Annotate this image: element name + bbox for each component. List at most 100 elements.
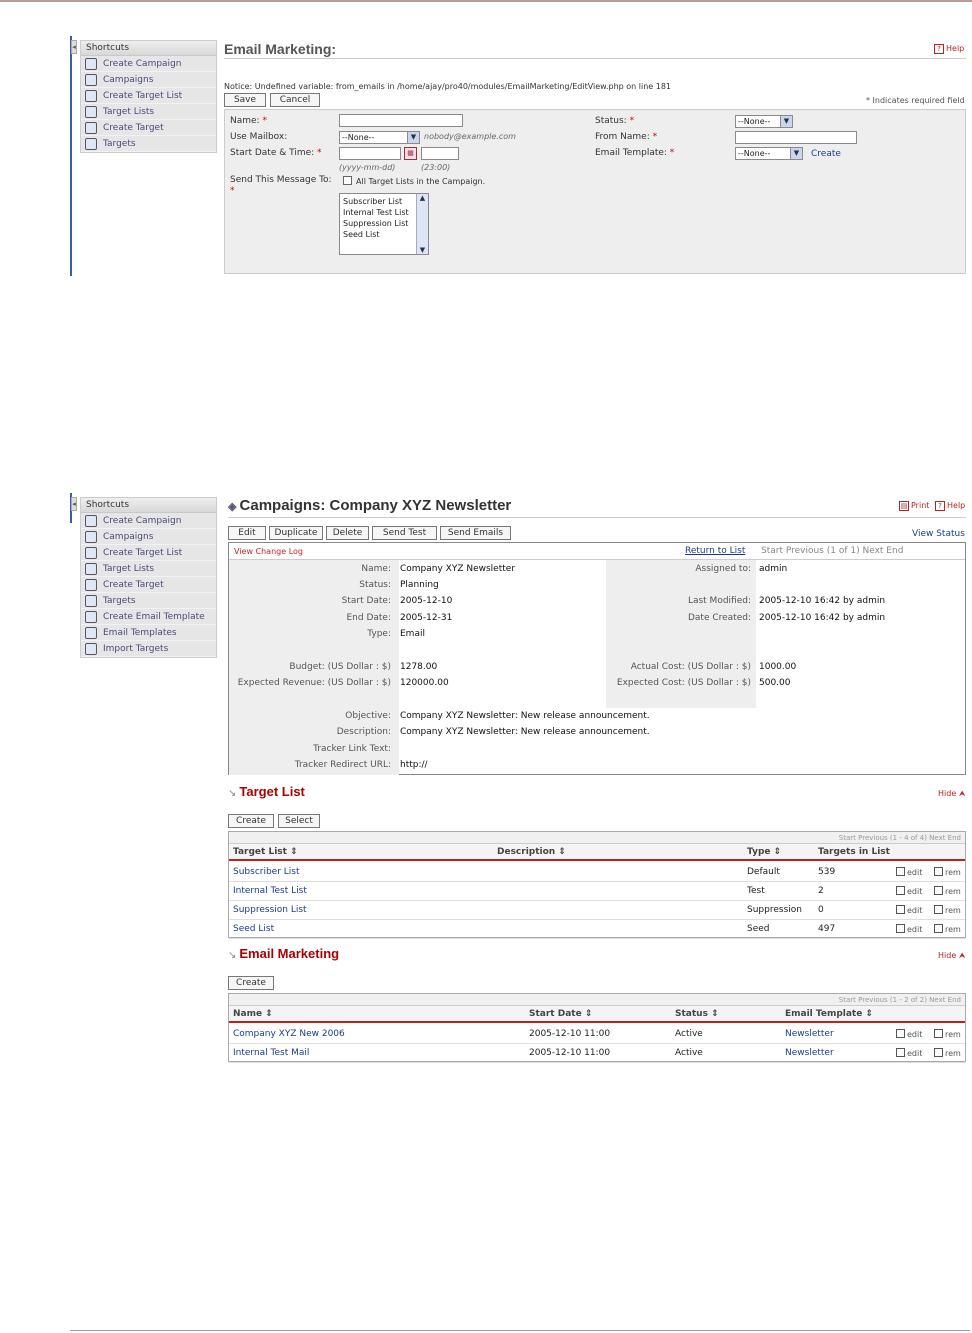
shortcut-item[interactable]: Create Campaign — [81, 513, 216, 529]
cancel-button[interactable]: Cancel — [270, 93, 320, 107]
return-to-list-link[interactable]: Return to List — [685, 546, 745, 556]
edit-label: edit — [907, 1049, 923, 1058]
edit-icon — [896, 867, 905, 876]
email-marketing-status: Active — [675, 1048, 703, 1058]
targets-icon — [85, 138, 97, 150]
edit-link[interactable]: edit — [896, 905, 922, 915]
shortcut-item[interactable]: Target Lists — [81, 561, 216, 577]
record-navigation[interactable]: Start Previous (1 of 1) Next End — [761, 546, 903, 556]
listbox-scrollbar[interactable]: ▲ ▼ — [416, 194, 428, 254]
shortcut-item[interactable]: Targets — [81, 593, 216, 609]
notice-text: Notice: Undefined variable: from_emails … — [224, 82, 672, 91]
shortcut-item[interactable]: Create Campaign — [81, 56, 216, 72]
shortcut-item[interactable]: Targets — [81, 136, 216, 152]
collapse-shortcuts-icon[interactable]: ◂ — [71, 497, 77, 511]
start-time-input[interactable] — [421, 147, 459, 160]
col-start-date[interactable]: Start Date ⇕ — [529, 1009, 592, 1019]
edit-link[interactable]: edit — [896, 886, 922, 896]
col-name[interactable]: Name ⇕ — [233, 1009, 273, 1019]
remove-label: rem — [945, 887, 961, 896]
collapse-shortcuts-icon[interactable]: ◂ — [71, 40, 77, 54]
list-option[interactable]: Internal Test List — [343, 207, 409, 218]
table-row: Internal Test List Test 2 edit rem — [229, 882, 965, 901]
email-template-select[interactable]: --None-- ▼ — [735, 147, 803, 160]
email-template-link[interactable]: Newsletter — [785, 1048, 834, 1058]
calendar-icon[interactable]: ▦ — [404, 147, 417, 160]
email-marketing-status: Active — [675, 1029, 703, 1039]
mailbox-select[interactable]: --None-- ▼ — [339, 131, 420, 144]
edit-link[interactable]: edit — [896, 1048, 922, 1058]
edit-link[interactable]: edit — [896, 867, 922, 877]
all-target-lists-checkbox[interactable] — [343, 176, 352, 185]
target-list-name-link[interactable]: Seed List — [233, 924, 274, 934]
start-datetime-label: Start Date & Time: * — [230, 148, 322, 158]
view-change-log-link[interactable]: View Change Log — [234, 547, 303, 556]
create-template-link[interactable]: Create — [811, 149, 841, 159]
start-date-input[interactable] — [339, 147, 401, 160]
chevron-down-icon: ▼ — [780, 116, 792, 127]
select-target-list-button[interactable]: Select — [278, 814, 320, 828]
list-option[interactable]: Seed List — [343, 229, 409, 240]
col-type[interactable]: Type ⇕ — [747, 847, 781, 857]
remove-link[interactable]: rem — [934, 1029, 961, 1039]
save-button[interactable]: Save — [224, 93, 266, 107]
target-list-pagination[interactable]: Start Previous (1 - 4 of 4) Next End — [229, 832, 965, 844]
list-option[interactable]: Subscriber List — [343, 196, 409, 207]
shortcut-item[interactable]: Create Target — [81, 577, 216, 593]
remove-link[interactable]: rem — [934, 1048, 961, 1058]
target-lists-listbox[interactable]: Subscriber List Internal Test List Suppres… — [339, 193, 429, 255]
shortcut-label: Create Target — [103, 123, 164, 133]
description-label: Description: — [336, 727, 391, 737]
date-format-hint: (yyyy-mm-dd) — [339, 163, 396, 172]
remove-link[interactable]: rem — [934, 905, 961, 915]
create-target-list-button[interactable]: Create — [228, 814, 274, 828]
shortcut-item[interactable]: Import Targets — [81, 641, 216, 657]
delete-button[interactable]: Delete — [326, 526, 369, 540]
target-list-name-link[interactable]: Subscriber List — [233, 867, 300, 877]
shortcut-item[interactable]: Campaigns — [81, 72, 216, 88]
edit-link[interactable]: edit — [896, 924, 922, 934]
hide-target-list-link[interactable]: Hide ⮝ — [938, 789, 966, 799]
col-target-list[interactable]: Target List ⇕ — [233, 847, 298, 857]
email-template-link[interactable]: Newsletter — [785, 1029, 834, 1039]
shortcut-item[interactable]: Email Templates — [81, 625, 216, 641]
scroll-down-icon[interactable]: ▼ — [417, 246, 428, 254]
help-link[interactable]: ? Help — [934, 44, 964, 54]
email-marketing-name-link[interactable]: Company XYZ New 2006 — [233, 1029, 345, 1039]
date-created-value: 2005-12-10 16:42 by admin — [759, 613, 886, 623]
shortcut-item[interactable]: Create Target List — [81, 545, 216, 561]
remove-link[interactable]: rem — [934, 886, 961, 896]
status-select[interactable]: --None-- ▼ — [735, 115, 793, 128]
name-input[interactable] — [339, 114, 463, 127]
edit-button[interactable]: Edit — [228, 526, 266, 540]
send-emails-button[interactable]: Send Emails — [440, 526, 511, 540]
col-description[interactable]: Description ⇕ — [497, 847, 566, 857]
target-list-name-link[interactable]: Suppression List — [233, 905, 307, 915]
email-marketing-pagination[interactable]: Start Previous (1 - 2 of 2) Next End — [229, 994, 965, 1006]
shortcut-item[interactable]: Create Target — [81, 120, 216, 136]
hide-email-marketing-link[interactable]: Hide ⮝ — [938, 951, 966, 961]
scroll-up-icon[interactable]: ▲ — [417, 194, 428, 202]
send-test-button[interactable]: Send Test — [372, 526, 437, 540]
view-status-link[interactable]: View Status — [912, 529, 965, 539]
title-divider — [228, 517, 966, 518]
remove-link[interactable]: rem — [934, 924, 961, 934]
help-link[interactable]: ? Help — [935, 501, 965, 511]
col-email-template[interactable]: Email Template ⇕ — [785, 1009, 873, 1019]
edit-link[interactable]: edit — [896, 1029, 922, 1039]
target-list-name-link[interactable]: Internal Test List — [233, 886, 307, 896]
shortcut-item[interactable]: Campaigns — [81, 529, 216, 545]
list-option[interactable]: Suppression List — [343, 218, 409, 229]
from-name-input[interactable] — [735, 131, 857, 144]
shortcut-item[interactable]: Target Lists — [81, 104, 216, 120]
shortcut-label: Create Email Template — [103, 612, 205, 622]
edit-icon — [896, 905, 905, 914]
remove-link[interactable]: rem — [934, 867, 961, 877]
email-marketing-name-link[interactable]: Internal Test Mail — [233, 1048, 309, 1058]
shortcut-item[interactable]: Create Email Template — [81, 609, 216, 625]
duplicate-button[interactable]: Duplicate — [269, 526, 323, 540]
create-email-marketing-button[interactable]: Create — [228, 976, 274, 990]
col-status[interactable]: Status ⇕ — [675, 1009, 719, 1019]
print-link[interactable]: ▤ Print — [899, 501, 929, 511]
shortcut-item[interactable]: Create Target List — [81, 88, 216, 104]
